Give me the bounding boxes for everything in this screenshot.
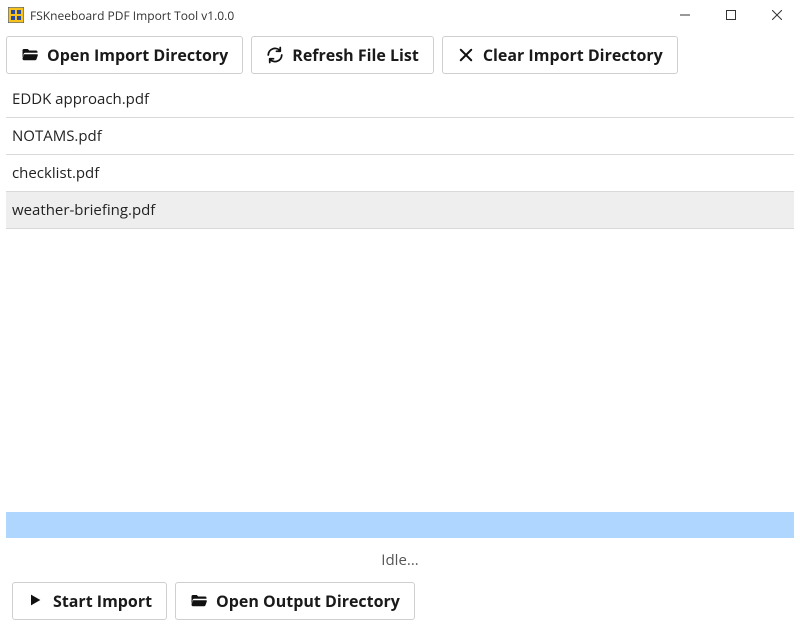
window-title: FSKneeboard PDF Import Tool v1.0.0	[30, 7, 234, 24]
minimize-button[interactable]	[662, 0, 708, 30]
refresh-file-list-button[interactable]: Refresh File List	[251, 36, 434, 74]
content-area: Open Import Directory Refresh File List …	[0, 30, 800, 630]
open-import-directory-button[interactable]: Open Import Directory	[6, 36, 243, 74]
progress-area	[6, 512, 794, 538]
close-icon	[457, 46, 475, 64]
list-item[interactable]: EDDK approach.pdf	[6, 81, 794, 118]
open-output-directory-button[interactable]: Open Output Directory	[175, 582, 415, 620]
file-name: EDDK approach.pdf	[12, 89, 149, 109]
close-button[interactable]	[754, 0, 800, 30]
bottom-toolbar: Start Import Open Output Directory	[6, 582, 794, 620]
file-list[interactable]: EDDK approach.pdf NOTAMS.pdf checklist.p…	[6, 80, 794, 504]
list-item[interactable]: NOTAMS.pdf	[6, 118, 794, 155]
clear-import-directory-button[interactable]: Clear Import Directory	[442, 36, 678, 74]
progress-bar	[6, 512, 794, 538]
file-name: checklist.pdf	[12, 163, 99, 183]
file-name: weather-briefing.pdf	[12, 200, 155, 220]
play-icon	[27, 592, 45, 610]
app-icon	[8, 7, 24, 23]
folder-open-icon	[21, 46, 39, 64]
list-item[interactable]: weather-briefing.pdf	[6, 192, 794, 229]
list-item[interactable]: checklist.pdf	[6, 155, 794, 192]
status-text: Idle...	[6, 550, 794, 570]
start-import-label: Start Import	[53, 590, 152, 612]
refresh-file-list-label: Refresh File List	[292, 44, 419, 66]
clear-import-directory-label: Clear Import Directory	[483, 44, 663, 66]
open-import-directory-label: Open Import Directory	[47, 44, 228, 66]
maximize-button[interactable]	[708, 0, 754, 30]
window-controls	[662, 0, 800, 30]
titlebar: FSKneeboard PDF Import Tool v1.0.0	[0, 0, 800, 30]
open-output-directory-label: Open Output Directory	[216, 590, 400, 612]
start-import-button[interactable]: Start Import	[12, 582, 167, 620]
top-toolbar: Open Import Directory Refresh File List …	[6, 36, 794, 74]
refresh-icon	[266, 46, 284, 64]
folder-open-icon	[190, 592, 208, 610]
file-name: NOTAMS.pdf	[12, 126, 102, 146]
